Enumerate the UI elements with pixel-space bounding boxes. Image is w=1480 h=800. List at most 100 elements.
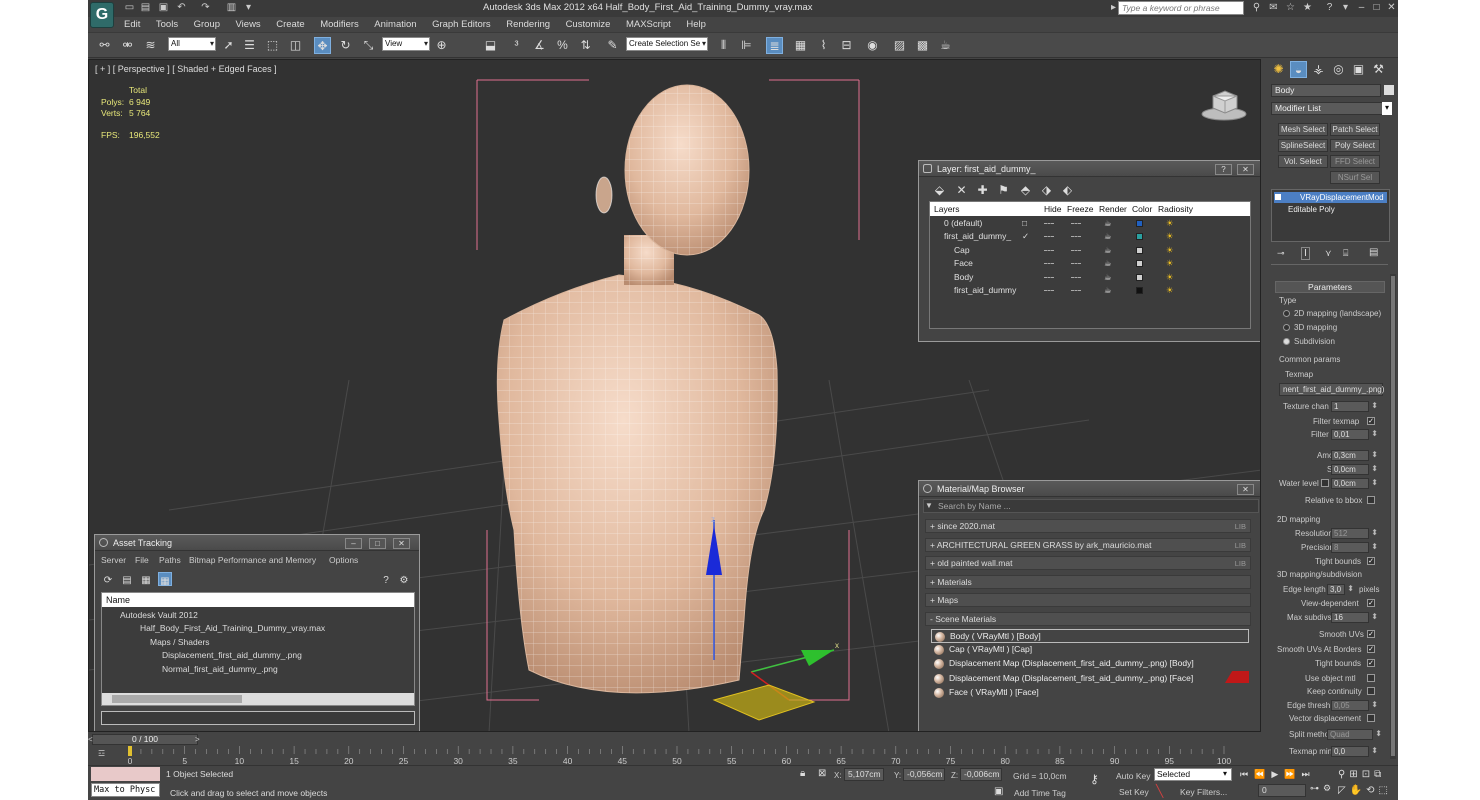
absolute-mode-icon[interactable]: ⊠ [818, 768, 826, 779]
col-hide[interactable]: Hide [1044, 202, 1061, 216]
help-dropdown-icon[interactable]: ▾ [1340, 2, 1351, 13]
asset-row-displacement[interactable]: Displacement_first_aid_dummy_.png [106, 649, 325, 662]
radiosity-sun-icon[interactable]: ☀ [1166, 244, 1174, 257]
project-folder-icon[interactable]: ▥ [226, 2, 237, 13]
remove-modifier-icon[interactable]: ⌸ [1343, 248, 1348, 259]
key-mode-toggle-icon[interactable]: ⊶ [1310, 783, 1323, 793]
amount-spinner[interactable]: 0,3cm [1331, 450, 1378, 461]
freeze-toggle[interactable] [1071, 223, 1081, 224]
create-layer-icon[interactable]: ⬙ [931, 182, 948, 199]
graphite-ribbon-icon[interactable]: ▦ [792, 37, 809, 54]
time-slider-next-icon[interactable]: > [195, 735, 200, 744]
patch-select-button[interactable]: Patch Select [1330, 123, 1380, 136]
layer-row[interactable]: Cap ☕ ☀ [930, 244, 1192, 257]
layer-color-swatch[interactable] [1136, 286, 1143, 294]
vector-displacement-checkbox[interactable] [1367, 714, 1375, 722]
set-key-button[interactable]: Set Key [1119, 787, 1149, 797]
menu-help[interactable]: Help [686, 17, 706, 32]
asset-menu-server[interactable]: Server [101, 555, 126, 565]
render-teapot-icon[interactable]: ☕ [1104, 230, 1112, 243]
asset-horizontal-scrollbar[interactable] [102, 693, 414, 705]
radiosity-sun-icon[interactable]: ☀ [1166, 284, 1174, 297]
stack-item-editable-poly[interactable]: Editable Poly [1274, 204, 1387, 215]
redo-icon[interactable]: ↷ [200, 2, 211, 13]
select-move-icon[interactable]: ✥ [314, 37, 331, 54]
zoom-extents-icon[interactable]: ⊡ [1362, 769, 1374, 780]
asset-detail-icon[interactable]: ▦ [139, 572, 153, 586]
add-to-layer-icon[interactable]: ✚ [974, 182, 991, 199]
hide-all-layers-icon[interactable]: ⬗ [1038, 182, 1055, 199]
next-frame-icon[interactable]: ⏩ [1284, 769, 1301, 779]
scene-material-item[interactable]: Face ( VRayMtl ) [Face] [931, 686, 1249, 700]
motion-tab-icon[interactable]: ◎ [1330, 61, 1347, 78]
percent-snap-icon[interactable]: % [554, 37, 571, 54]
material-library-group[interactable]: + since 2020.mat LIB [925, 519, 1251, 533]
time-slider[interactable]: 0 / 100 [92, 734, 198, 745]
water-level-spinner[interactable]: 0,0cm [1331, 478, 1378, 489]
material-library-group[interactable]: + ARCHITECTURAL GREEN GRASS by ark_mauri… [925, 537, 1251, 552]
render-teapot-icon[interactable]: ☕ [1104, 244, 1112, 257]
hide-toggle[interactable] [1044, 289, 1054, 291]
material-search-input[interactable]: Search by Name ... [923, 499, 1259, 513]
render-teapot-icon[interactable]: ☕ [1104, 217, 1112, 230]
tight-bounds-checkbox[interactable]: ✓ [1367, 557, 1375, 565]
asset-maximize-button[interactable]: □ [369, 538, 386, 549]
radiosity-sun-icon[interactable]: ☀ [1166, 217, 1174, 230]
texmap-button[interactable]: nent_first_aid_dummy_.png) [1279, 383, 1384, 396]
hierarchy-tab-icon[interactable]: ⚶ [1310, 61, 1327, 78]
use-object-mtl-checkbox[interactable] [1367, 674, 1375, 682]
menu-graph-editors[interactable]: Graph Editors [432, 17, 491, 32]
edge-thresh-spinner[interactable]: 0,05 [1331, 700, 1378, 711]
binoculars-icon[interactable]: ⚲ [1251, 2, 1262, 13]
zoom-extents-all-icon[interactable]: ⧉ [1374, 769, 1385, 780]
viewcube-icon[interactable] [1199, 88, 1249, 122]
precision-spinner[interactable]: 8 [1331, 542, 1378, 553]
selection-filter-dropdown[interactable]: All [168, 37, 216, 51]
angle-snap-icon[interactable]: ∡ [531, 37, 548, 54]
modifier-list-dropdown[interactable]: Modifier List [1271, 102, 1390, 115]
add-time-tag[interactable]: Add Time Tag [1014, 788, 1066, 798]
material-search-options-icon[interactable]: ▼ [925, 501, 933, 510]
asset-menu-paths[interactable]: Paths [159, 555, 181, 565]
filter-blur-spinner[interactable]: 0,01 [1331, 429, 1378, 440]
y-coord-field[interactable]: -0,056cm [903, 768, 945, 781]
curve-editor-icon[interactable]: ⌇ [815, 37, 832, 54]
unlink-icon[interactable]: ⚮ [119, 37, 136, 54]
radio-2d-mapping[interactable] [1283, 310, 1290, 317]
asset-row-maxfile[interactable]: Half_Body_First_Aid_Training_Dummy_vray.… [106, 622, 325, 635]
shift-spinner[interactable]: 0,0cm [1331, 464, 1378, 475]
ffd-select-button[interactable]: FFD Select [1330, 155, 1380, 168]
layer-color-swatch[interactable] [1136, 220, 1143, 227]
layer-window-titlebar[interactable]: Layer: first_aid_dummy_ ? ✕ [919, 161, 1260, 177]
hide-toggle[interactable] [1044, 223, 1054, 224]
bind-space-warp-icon[interactable]: ≋ [142, 37, 159, 54]
nsurf-sel-button[interactable]: NSurf Sel [1330, 171, 1380, 184]
asset-column-name[interactable]: Name [102, 593, 414, 607]
asset-row-maps[interactable]: Maps / Shaders [106, 636, 325, 649]
menu-tools[interactable]: Tools [156, 17, 178, 32]
asset-row-vault[interactable]: Autodesk Vault 2012 [106, 609, 325, 622]
create-tab-icon[interactable]: ✺ [1270, 61, 1287, 78]
key-mode-arrow-icon[interactable]: ▾ [1223, 769, 1227, 778]
pin-stack-icon[interactable]: ⊸ [1277, 248, 1285, 259]
material-library-group[interactable]: + Maps [925, 593, 1251, 607]
menu-edit[interactable]: Edit [124, 17, 140, 32]
parameters-rollout-header[interactable]: Parameters [1275, 281, 1385, 293]
smooth-uvs-checkbox[interactable]: ✓ [1367, 630, 1375, 638]
layer-help-button[interactable]: ? [1215, 164, 1232, 175]
material-library-group[interactable]: + old painted wall.mat LIB [925, 556, 1251, 570]
delete-layer-icon[interactable]: ✕ [953, 182, 970, 199]
layer-color-swatch[interactable] [1136, 246, 1143, 254]
material-editor-icon[interactable]: ◉ [864, 37, 881, 54]
schematic-view-icon[interactable]: ⊟ [838, 37, 855, 54]
rendered-frame-window-icon[interactable]: ▩ [914, 37, 931, 54]
render-setup-icon[interactable]: ▨ [891, 37, 908, 54]
layer-close-button[interactable]: ✕ [1237, 164, 1254, 175]
spline-select-button[interactable]: SplineSelect [1278, 139, 1328, 152]
filter-texmap-checkbox[interactable]: ✓ [1367, 417, 1375, 425]
display-tab-icon[interactable]: ▣ [1350, 61, 1367, 78]
maximize-viewport-icon[interactable]: ⬚ [1379, 785, 1392, 796]
qat-dropdown-icon[interactable]: ▾ [243, 2, 254, 13]
smooth-uvs-borders-checkbox[interactable]: ✓ [1367, 645, 1375, 653]
menu-customize[interactable]: Customize [566, 17, 611, 32]
